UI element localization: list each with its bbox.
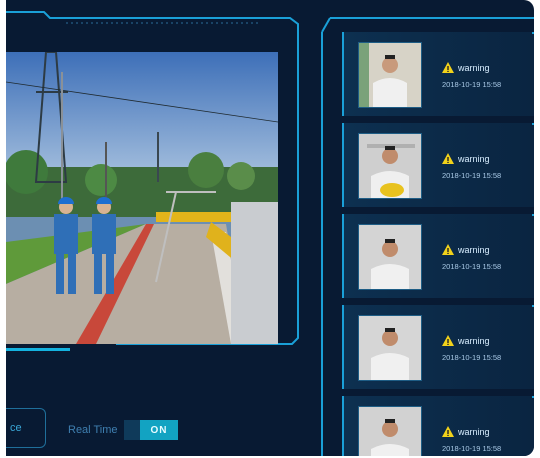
warning-icon [442,426,454,437]
warning-row: warning [442,62,490,73]
warning-icon [442,62,454,73]
face-thumbnail[interactable] [358,406,422,456]
card-corner [532,32,534,44]
card-corner [532,396,534,408]
toggle-off-segment[interactable] [124,420,140,440]
alert-panel: warning 2018-10-19 15:58 warning 2018-10… [320,12,534,456]
card-corner [532,123,534,135]
warning-row: warning [442,153,490,164]
warning-icon [442,244,454,255]
warning-icon [442,153,454,164]
toggle-on-segment[interactable]: ON [140,420,178,440]
alert-card[interactable]: warning 2018-10-19 15:58 [342,214,534,298]
realtime-label: Real Time [68,424,118,436]
alert-timestamp: 2018-10-19 15:58 [442,444,502,453]
warning-row: warning [442,426,490,437]
alert-timestamp: 2018-10-19 15:58 [442,80,502,89]
warning-row: warning [442,335,490,346]
alert-card[interactable]: warning 2018-10-19 15:58 [342,305,534,389]
card-corner [532,214,534,226]
alert-card[interactable]: warning 2018-10-19 15:58 [342,123,534,207]
face-thumbnail[interactable] [358,315,422,381]
alert-status: warning [458,335,490,346]
card-corner [532,305,534,317]
left-panel-button[interactable]: ce [6,408,46,448]
camera-feed[interactable] [6,52,278,344]
alert-card[interactable]: warning 2018-10-19 15:58 [342,396,534,456]
face-thumbnail[interactable] [358,133,422,199]
alert-status: warning [458,153,490,164]
alert-status: warning [458,426,490,437]
alert-status: warning [458,244,490,255]
face-thumbnail[interactable] [358,224,422,290]
face-thumbnail[interactable] [358,42,422,108]
alert-card[interactable]: warning 2018-10-19 15:58 [342,32,534,116]
video-panel [6,6,304,351]
left-panel-button-label: ce [10,422,22,434]
alert-status: warning [458,62,490,73]
realtime-toggle[interactable]: ON [124,420,178,440]
monitor-screen: ce Real Time ON warning 2018-10-19 15:58 [6,0,534,456]
alert-timestamp: 2018-10-19 15:58 [442,171,502,180]
warning-row: warning [442,244,490,255]
alert-timestamp: 2018-10-19 15:58 [442,353,502,362]
warning-icon [442,335,454,346]
alert-timestamp: 2018-10-19 15:58 [442,262,502,271]
